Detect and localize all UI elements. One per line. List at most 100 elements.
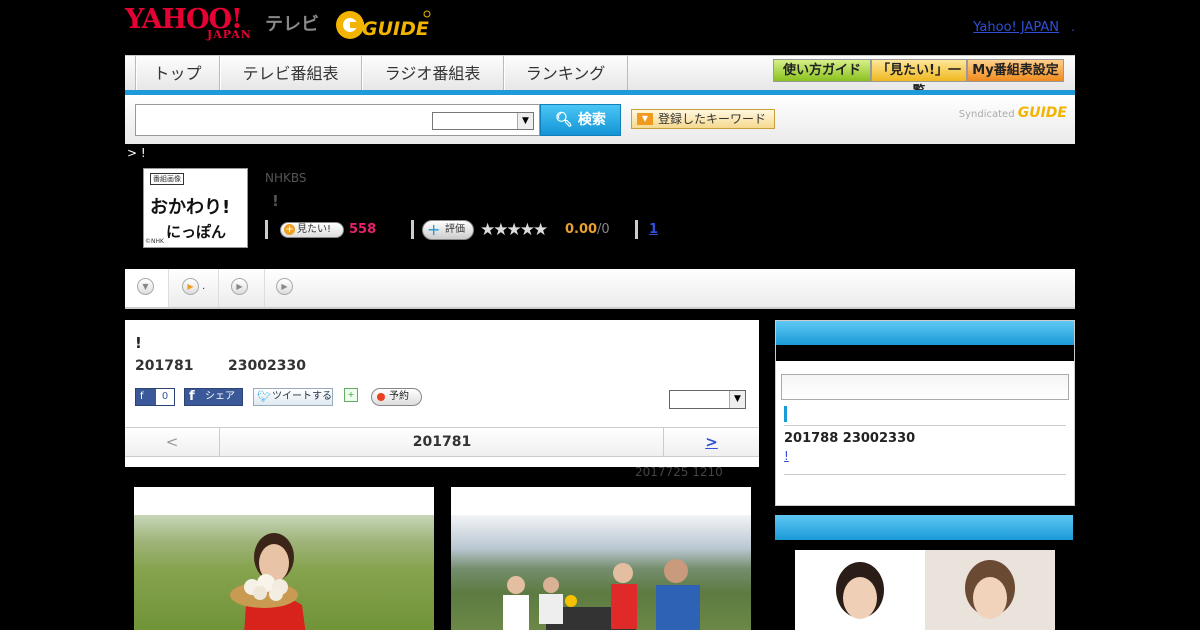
record-dot-icon bbox=[377, 393, 385, 401]
next-broadcast-link[interactable]: ! bbox=[784, 449, 844, 463]
divider bbox=[784, 425, 1066, 426]
search-category-select[interactable]: ▼ bbox=[432, 112, 534, 130]
header-logo-row: YAHOO! JAPAN テレビ GUIDE Yahoo! JAPAN . bbox=[125, 4, 1075, 52]
sidebar-header bbox=[776, 321, 1074, 345]
thumb-title: おかわり! bbox=[150, 197, 231, 218]
bbq-family-image bbox=[451, 515, 751, 630]
rating-score: 0.00 bbox=[565, 222, 598, 237]
reserve-label: 予約 bbox=[389, 391, 409, 402]
previous-date-button[interactable]: < bbox=[125, 428, 220, 456]
rice-field-image bbox=[134, 515, 434, 630]
nav-tab-top[interactable]: トップ bbox=[135, 56, 220, 91]
search-button[interactable]: 🔍︎ 検索 bbox=[540, 104, 621, 136]
play-icon: ▶ bbox=[276, 278, 293, 295]
thumb-title-2: にっぽん bbox=[166, 223, 227, 241]
episode-date: 201781 bbox=[135, 358, 194, 374]
plus-icon: + bbox=[427, 220, 441, 239]
thumb-badge: 番組画像 bbox=[150, 173, 184, 185]
current-date: 201781 bbox=[412, 434, 472, 450]
play-icon: ▶ bbox=[182, 278, 199, 295]
episode-photo-2[interactable] bbox=[451, 487, 751, 630]
sidebar-section-marker bbox=[784, 406, 787, 422]
program-tabs: ▼ ▶ . ▶ ▶ bbox=[125, 269, 1075, 309]
yahoo-japan-link[interactable]: Yahoo! JAPAN bbox=[973, 20, 1059, 35]
nav-tab-ranking[interactable]: ランキング bbox=[504, 56, 628, 91]
channel-name: NHKBS bbox=[265, 171, 307, 185]
tab-2-label: . bbox=[202, 281, 206, 292]
play-icon: ▶ bbox=[231, 278, 248, 295]
main-nav: トップ テレビ番組表 ラジオ番組表 ランキング 使い方ガイド 「見たい!」一覧 … bbox=[125, 55, 1075, 99]
facebook-like-count: 0 bbox=[156, 389, 174, 405]
featured-image[interactable] bbox=[795, 550, 1055, 630]
want-list-button[interactable]: 「見たい!」一覧 bbox=[871, 59, 967, 99]
thumb-credit: ©NHK bbox=[145, 238, 164, 245]
next-broadcast-date: 201788 23002330 bbox=[784, 431, 916, 446]
divider bbox=[635, 220, 638, 239]
facebook-icon: f bbox=[189, 389, 195, 404]
tab-3[interactable]: ▶ bbox=[219, 269, 265, 307]
divider bbox=[411, 220, 414, 239]
episode-select[interactable]: ▼ bbox=[669, 390, 746, 409]
sidebar-featured-header bbox=[775, 515, 1073, 540]
tv-label[interactable]: テレビ bbox=[265, 10, 319, 36]
search-area: ▼ 🔍︎ 検索 ▼ 登録したキーワード Syndicated GUIDE bbox=[125, 95, 1075, 144]
usage-guide-button[interactable]: 使い方ガイド bbox=[773, 59, 871, 82]
rating-count: /0 bbox=[597, 222, 610, 237]
want-count: 558 bbox=[349, 222, 377, 237]
sidebar-header-band bbox=[776, 345, 1074, 361]
divider bbox=[265, 220, 268, 239]
yahoo-japan-logo: JAPAN bbox=[207, 28, 252, 41]
syndicated-label: Syndicated bbox=[958, 109, 1015, 120]
program-title: ! bbox=[272, 192, 279, 210]
tab-1[interactable]: ▼ bbox=[125, 269, 169, 307]
review-count-link[interactable]: 1 bbox=[649, 222, 658, 237]
facebook-like-button[interactable]: f 0 bbox=[135, 388, 175, 406]
episode-time: 23002330 bbox=[228, 358, 306, 374]
rating-stars: ★★★★★ bbox=[480, 220, 548, 240]
chevron-down-icon: ▼ bbox=[137, 278, 154, 295]
top-link-dot: . bbox=[1071, 20, 1075, 34]
rate-label: 評価 bbox=[445, 224, 465, 235]
divider bbox=[784, 474, 1066, 475]
sidebar-input[interactable] bbox=[781, 374, 1069, 400]
svg-text:GUIDE: GUIDE bbox=[362, 18, 429, 40]
chevron-down-icon: ▼ bbox=[729, 391, 745, 408]
updated-timestamp: 2017725 1210 bbox=[635, 465, 723, 479]
episode-photo-1[interactable] bbox=[134, 487, 434, 630]
chevron-down-icon: ▼ bbox=[517, 113, 533, 129]
tab-2[interactable]: ▶ . bbox=[169, 269, 219, 307]
tab-4[interactable]: ▶ bbox=[265, 269, 297, 307]
rate-button[interactable]: + 評価 bbox=[422, 220, 474, 240]
sidebar-featured bbox=[775, 515, 1075, 630]
program-meta-row: + 見たい! 558 + 評価 ★★★★★ 0.00 /0 1 bbox=[265, 220, 765, 240]
plus-icon: + bbox=[284, 224, 295, 235]
my-listings-settings-button[interactable]: My番組表設定 bbox=[967, 59, 1064, 82]
facebook-share-label: シェア bbox=[205, 391, 235, 402]
registered-keyword-label: 登録したキーワード bbox=[658, 112, 767, 126]
family-bbq-figures bbox=[503, 559, 700, 630]
woman-with-garlic-figure bbox=[230, 533, 306, 630]
next-date-button[interactable]: > bbox=[663, 428, 759, 456]
twitter-bird-icon: 🐦︎ bbox=[257, 390, 271, 403]
date-pager: < 201781 > bbox=[125, 427, 759, 457]
facebook-icon: f bbox=[140, 391, 144, 402]
nav-tab-tv-listings[interactable]: テレビ番組表 bbox=[220, 56, 362, 91]
presenters-figures bbox=[836, 550, 1055, 630]
breadcrumb: > ! bbox=[127, 146, 146, 160]
tweet-button[interactable]: 🐦︎ ツイートする bbox=[253, 388, 333, 406]
sidebar-next-broadcast: 201788 23002330 ! bbox=[775, 320, 1075, 506]
program-thumbnail: 番組画像 おかわり! にっぽん ©NHK bbox=[143, 168, 248, 248]
reserve-button[interactable]: 予約 bbox=[371, 388, 422, 406]
search-icon: 🔍︎ bbox=[555, 112, 573, 128]
syndicated-gguide-mark: GUIDE bbox=[1017, 105, 1067, 121]
episode-title: ! bbox=[135, 334, 142, 352]
syndicated-gguide-logo: Syndicated GUIDE bbox=[959, 105, 1067, 121]
nav-tab-radio-listings[interactable]: ラジオ番組表 bbox=[362, 56, 504, 91]
calendar-add-icon[interactable]: + bbox=[344, 388, 358, 402]
registered-keyword-button[interactable]: ▼ 登録したキーワード bbox=[631, 109, 775, 129]
want-to-watch-button[interactable]: + 見たい! bbox=[280, 222, 344, 238]
tweet-label: ツイートする bbox=[272, 391, 332, 402]
triangle-down-icon: ▼ bbox=[637, 113, 653, 125]
gguide-logo-icon[interactable]: GUIDE bbox=[335, 8, 431, 42]
facebook-share-button[interactable]: f シェア bbox=[184, 388, 243, 406]
